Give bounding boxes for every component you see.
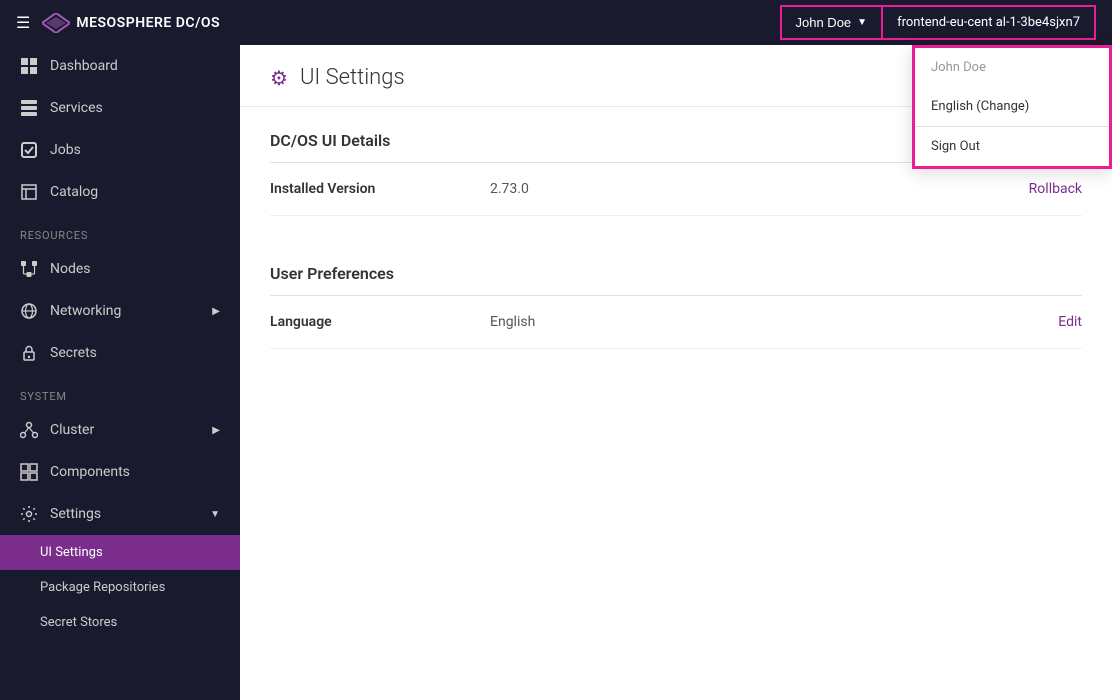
- hamburger-icon[interactable]: ☰: [16, 13, 30, 32]
- sidebar-item-dashboard-label: Dashboard: [50, 58, 118, 74]
- sidebar-item-nodes-label: Nodes: [50, 261, 91, 277]
- cluster-chevron-icon: ▶: [212, 425, 220, 436]
- sidebar-item-networking-label: Networking: [50, 303, 121, 319]
- user-dropdown-arrow-icon: ▼: [857, 17, 867, 28]
- language-row: Language English Edit: [270, 296, 1082, 349]
- ui-settings-gear-icon: ⚙: [270, 66, 288, 90]
- nodes-icon: [20, 260, 38, 278]
- sidebar-item-settings[interactable]: Settings ▼: [0, 493, 240, 535]
- settings-icon: [20, 505, 38, 523]
- sidebar-item-cluster-label: Cluster: [50, 422, 94, 438]
- user-preferences-section: User Preferences Language English Edit: [240, 240, 1112, 349]
- user-name-label: John Doe: [796, 15, 852, 30]
- sidebar-item-settings-label: Settings: [50, 506, 101, 522]
- networking-chevron-icon: ▶: [212, 306, 220, 317]
- topbar-right: John Doe ▼ frontend-eu-cent al-1-3be4sjx…: [780, 5, 1097, 40]
- sidebar-item-secret-stores[interactable]: Secret Stores: [0, 605, 240, 640]
- language-label: Language: [270, 314, 490, 330]
- user-menu-button[interactable]: John Doe ▼: [780, 5, 884, 40]
- sidebar-item-jobs-label: Jobs: [50, 142, 81, 158]
- installed-version-label: Installed Version: [270, 181, 490, 197]
- sidebar-item-secret-stores-label: Secret Stores: [40, 615, 117, 630]
- components-icon: [20, 463, 38, 481]
- sidebar-item-nodes[interactable]: Nodes: [0, 248, 240, 290]
- topbar-left: ☰ MESOSPHERE DC/OS: [16, 13, 220, 33]
- sidebar-item-jobs[interactable]: Jobs: [0, 129, 240, 171]
- logo: MESOSPHERE DC/OS: [42, 13, 220, 33]
- page-title: UI Settings: [300, 65, 405, 90]
- dropdown-sign-out[interactable]: Sign Out: [915, 127, 1109, 166]
- secrets-icon: [20, 344, 38, 362]
- sidebar-item-components[interactable]: Components: [0, 451, 240, 493]
- services-icon: [20, 99, 38, 117]
- user-dropdown-menu: John Doe English (Change) Sign Out: [912, 45, 1112, 169]
- installed-version-row: Installed Version 2.73.0 Rollback: [270, 163, 1082, 216]
- sidebar-item-package-repos-label: Package Repositories: [40, 580, 165, 595]
- sidebar-item-secrets-label: Secrets: [50, 345, 97, 361]
- resources-section-label: Resources: [0, 213, 240, 248]
- sidebar-item-secrets[interactable]: Secrets: [0, 332, 240, 374]
- sidebar-item-catalog-label: Catalog: [50, 184, 98, 200]
- sidebar-item-catalog[interactable]: Catalog: [0, 171, 240, 213]
- installed-version-value: 2.73.0: [490, 181, 1029, 197]
- logo-text: MESOSPHERE DC/OS: [76, 15, 220, 31]
- edit-language-button[interactable]: Edit: [1058, 314, 1082, 330]
- logo-icon: [42, 13, 70, 33]
- sidebar-item-networking[interactable]: Networking ▶: [0, 290, 240, 332]
- dashboard-icon: [20, 57, 38, 75]
- language-value: English: [490, 314, 1058, 330]
- sidebar-item-services[interactable]: Services: [0, 87, 240, 129]
- dropdown-language-option[interactable]: English (Change): [915, 87, 1109, 126]
- settings-chevron-icon: ▼: [210, 509, 220, 520]
- dropdown-username: John Doe: [915, 48, 1109, 87]
- system-section-label: System: [0, 374, 240, 409]
- sidebar-item-cluster[interactable]: Cluster ▶: [0, 409, 240, 451]
- rollback-button[interactable]: Rollback: [1029, 181, 1082, 197]
- sidebar: Dashboard Services Jobs Catalog Resource…: [0, 45, 240, 700]
- cluster-info: frontend-eu-cent al-1-3be4sjxn7: [883, 5, 1096, 40]
- jobs-icon: [20, 141, 38, 159]
- networking-icon: [20, 302, 38, 320]
- sidebar-item-services-label: Services: [50, 100, 103, 116]
- sidebar-item-package-repos[interactable]: Package Repositories: [0, 570, 240, 605]
- topbar: ☰ MESOSPHERE DC/OS John Doe ▼ frontend-e…: [0, 0, 1112, 45]
- sidebar-item-dashboard[interactable]: Dashboard: [0, 45, 240, 87]
- user-preferences-title: User Preferences: [270, 264, 1082, 296]
- sidebar-item-components-label: Components: [50, 464, 130, 480]
- catalog-icon: [20, 183, 38, 201]
- sidebar-item-ui-settings-label: UI Settings: [40, 545, 103, 560]
- cluster-icon: [20, 421, 38, 439]
- sidebar-item-ui-settings[interactable]: UI Settings: [0, 535, 240, 570]
